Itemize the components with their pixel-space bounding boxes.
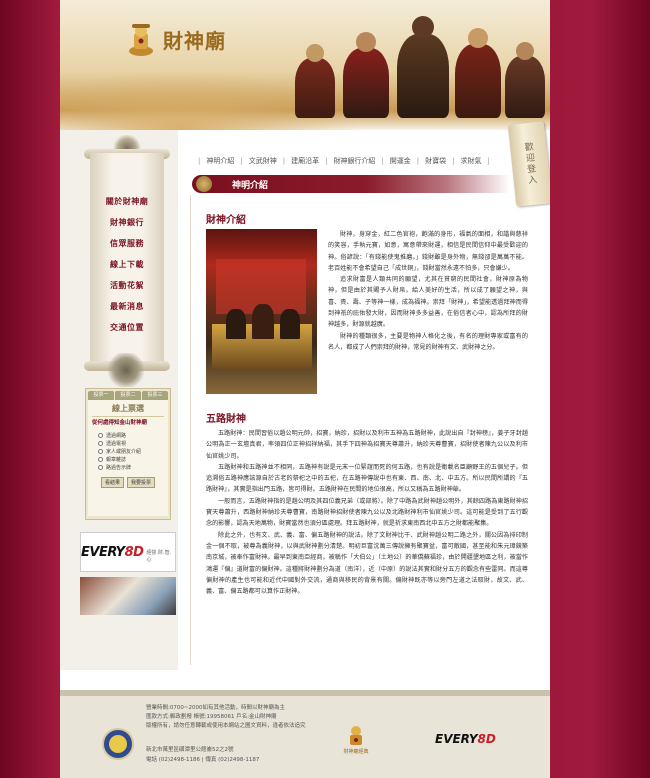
sidebar-item-services[interactable]: 信眾服務 [90,233,164,254]
fortune-god-icon [350,726,362,745]
sidebar-item-news[interactable]: 最新消息 [90,296,164,317]
paragraph: 五路財神：民間習俗以趙公明元帥，招寶，納珍，招財以及利市五神為五路財神，此說出自… [206,430,528,460]
shrine-photo [206,229,317,394]
column-divider [190,195,191,665]
radio-icon[interactable] [98,456,103,462]
nav-item-lucky-money[interactable]: 開運金 [390,156,411,166]
paragraph: 財神的種類很多，主要是物神人格化之後，有名的理財專家或富有的名人，都成了人們崇拜… [328,332,528,351]
vote-tab-2[interactable]: 投票二 [115,391,141,400]
every8d-ad-banner[interactable]: EVERY8D 經營.財.智.心 [80,532,176,572]
vote-buttons: 看結果 我要投票 [92,477,164,488]
ad-tagline: 經營.財.智.心 [146,550,172,563]
temple-brand-logo[interactable]: 財神廟經典 [336,724,376,758]
nav-separator: | [198,157,201,165]
page-container: 財神廟 歡迎登入 | 神明介紹 | 文武財神 | 建廟沿革 | 財神銀行介紹 |… [60,0,550,778]
sidebar-item-bank[interactable]: 財神銀行 [90,212,164,233]
deity-statues-image [275,0,550,118]
sidebar-item-about[interactable]: 關於財神廟 [90,191,164,212]
promo-photo-thumbnail[interactable] [80,577,176,615]
radio-icon[interactable] [98,432,103,438]
nav-separator: | [381,157,384,165]
top-nav: | 神明介紹 | 文武財神 | 建廟沿革 | 財神銀行介紹 | 開運金 | 財寶… [192,155,496,167]
vote-option-label: 透過電視 [106,440,127,447]
banner-title: 神明介紹 [232,181,269,191]
vote-option[interactable]: 家人或朋友介紹 [92,447,164,455]
temple-seal-icon [102,728,134,760]
vote-option-label: 透過網路 [106,432,127,439]
nav-item-bank-intro[interactable]: 財神銀行介紹 [333,156,375,166]
vote-option[interactable]: 透過網路 [92,431,164,439]
sidebar-item-activities[interactable]: 活動花絮 [90,275,164,296]
radio-icon[interactable] [98,440,103,446]
footer-address: 新北市萬里區磺潭里公館崙52之2號 [146,747,234,753]
login-label: 歡迎登入 [522,141,537,187]
footer-phone: 電話 (02)2498-1186 | 傳真 (02)2498-1187 [146,757,260,763]
nav-item-treasure-bag[interactable]: 財寶袋 [425,156,446,166]
vote-option-label: 報章雜誌 [106,456,127,463]
radio-icon[interactable] [98,448,103,454]
site-logo[interactable]: 財神廟 [125,18,226,60]
nav-separator: | [416,157,420,165]
vote-option-label: 路過告示牌 [106,464,132,471]
menu-scroll: 關於財神廟 財神銀行 信眾服務 線上下載 活動花絮 最新消息 交通位置 [84,135,170,387]
nav-item-wealth-gods[interactable]: 文武財神 [249,156,277,166]
every8d-logo: EVERY8D [81,544,144,560]
site-name: 財神廟 [163,28,226,53]
vote-panel: 投票一 投票二 投票三 線上票選 從何處得知金山財神廟 透過網路 透過電視 家人… [85,388,171,520]
radio-icon[interactable] [98,464,103,470]
nav-separator: | [452,157,455,165]
vote-option[interactable]: 透過電視 [92,439,164,447]
section1-text: 財神，身穿金，紅二色官袍，飽滿的身形，福氣的面相，和諧與慈祥的笑容，手執元寶，如… [328,229,528,353]
footer-hours: 營業時間:0700~2000如有其他活動，時間以財神廟為主 [146,705,285,711]
vote-question: 從何處得知金山財神廟 [92,420,148,426]
vote-tab-3[interactable]: 投票三 [142,391,168,400]
paragraph: 五路財神和五路神並不相同，五路神有說是元末一位緊誼而死的何五路，也有說是衛載名臣… [206,463,528,494]
section-title-five-gods: 五路財神 [206,414,246,425]
paragraph: 追求財富是人類共同的願望，尤其在貧窮的民間社會，財神原為物神，但是由於其賜予人財… [328,276,528,329]
login-scroll-button[interactable]: 歡迎登入 [507,121,550,207]
footer-every8d-logo[interactable]: EVERY8D [435,732,496,746]
vote-option-label: 家人或朋友介紹 [106,448,142,455]
fortune-god-emblem-icon [129,24,153,56]
nav-item-seek-fortune[interactable]: 求財氣 [461,156,482,166]
view-results-button[interactable]: 看結果 [100,477,124,488]
nav-separator: | [240,157,243,165]
header: 財神廟 [60,0,550,130]
section-banner: 神明介紹 [192,175,510,193]
dragon-ornament-icon [106,353,146,387]
sidebar-item-downloads[interactable]: 線上下載 [90,254,164,275]
nav-separator: | [282,157,286,165]
section2-text: 五路財神：民間習俗以趙公明元帥，招寶，納珍，招財以及利市五神為五路財神，此說出自… [206,428,528,597]
nav-item-history[interactable]: 建廟沿革 [291,156,319,166]
paragraph: 除此之外，也有文、武、義、富、偏五路財神的說法。除了文財神比干、武財神趙公明二路… [206,531,528,596]
paragraph: 財神，身穿金，紅二色官袍，飽滿的身形，福氣的面相，和諧與慈祥的笑容，手執元寶，如… [328,231,528,272]
vote-option[interactable]: 報章雜誌 [92,455,164,463]
temple-brand-label: 財神廟經典 [343,749,369,755]
footer-remittance: 匯款方式:郵政劃撥 帳號:19958061 戶名:金山財神廟 [146,714,277,720]
vote-tab-1[interactable]: 投票一 [88,391,114,400]
vote-tabs: 投票一 投票二 投票三 [86,389,170,400]
nav-item-deity-intro[interactable]: 神明介紹 [206,156,234,166]
vote-title: 線上票選 [92,403,164,417]
nav-separator: | [325,157,328,165]
section-title-wealth-god: 財神介紹 [206,215,246,226]
submit-vote-button[interactable]: 我要投票 [127,477,156,488]
left-sidebar: 關於財神廟 財神銀行 信眾服務 線上下載 活動花絮 最新消息 交通位置 投票一 … [60,130,178,670]
vote-option[interactable]: 路過告示牌 [92,463,164,471]
footer-divider [60,690,550,696]
coin-emblem-icon [196,176,212,192]
nav-separator: | [487,157,490,165]
paragraph: 一般而言，五路財神指的是趙公明及其四位義兄弟（或部將）。除了中路為武財神趙公明外… [206,497,528,528]
scroll-paper: 關於財神廟 財神銀行 信眾服務 線上下載 活動花絮 最新消息 交通位置 [90,153,164,367]
sidebar-item-location[interactable]: 交通位置 [90,317,164,338]
vote-body: 線上票選 從何處得知金山財神廟 透過網路 透過電視 家人或朋友介紹 報章雜誌 路… [88,400,168,516]
